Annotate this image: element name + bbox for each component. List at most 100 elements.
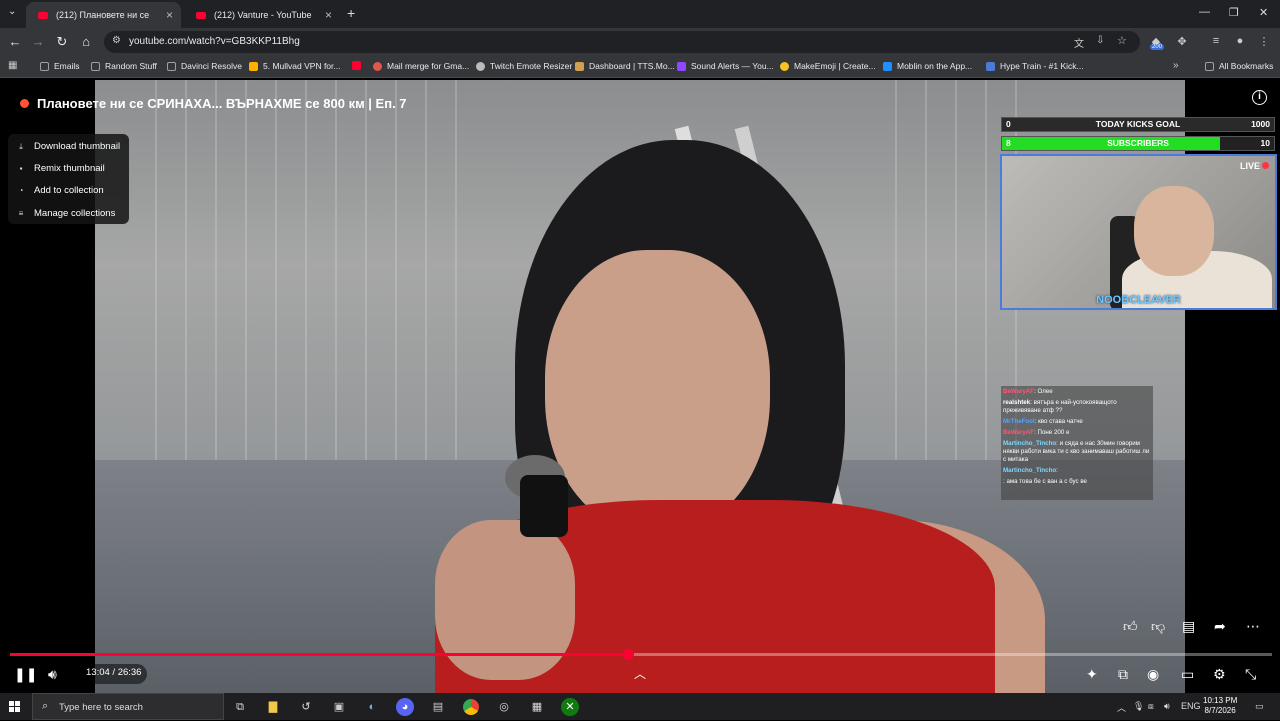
bookmark-label: Hype Train - #1 Kick... [1000,61,1084,71]
bookmark-item[interactable]: MakeEmoji | Create... [780,61,876,71]
window-close-icon[interactable]: ✕ [1259,6,1268,19]
volume-icon[interactable]: 🔊︎ [48,666,57,683]
tab-close-icon[interactable]: × [325,8,332,22]
more-actions-icon[interactable]: ⋯ [1246,618,1260,635]
calculator-icon[interactable]: ▦ [528,698,546,716]
folder-icon [167,61,176,71]
minimize-icon[interactable]: — [1199,6,1210,18]
language-indicator[interactable]: ENG [1181,701,1201,711]
dislike-icon[interactable]: 👎︎ [1151,618,1165,635]
all-bookmarks[interactable]: All Bookmarks [1205,61,1273,71]
menu-item-manage-collections[interactable]: ≡ Manage collections [16,208,116,219]
profile-avatar[interactable]: ● [1233,35,1247,47]
file-explorer-icon[interactable]: ▇ [264,698,282,716]
home-icon[interactable]: ⌂ [78,34,94,49]
ai-sparkle-icon[interactable]: ✦ [1086,666,1098,683]
chat-text: : ама това бе с ван а с бус ве [1003,478,1087,485]
chat-text: : Олее [1034,388,1053,395]
info-icon[interactable]: i [1252,90,1267,105]
video-title[interactable]: Плановете ни се СРИНАХА... ВЪРНАХМЕ се 8… [20,96,407,111]
bookmark-star-icon[interactable]: ☆ [1117,34,1127,47]
restore-icon[interactable]: ❐ [1229,6,1239,19]
tab-label: (212) Плановете ни се [56,10,150,20]
pause-icon[interactable]: ❚❚ [14,666,37,683]
menu-kebab-icon[interactable]: ⋮ [1257,35,1271,48]
streamer-webcam: LIVE NOOBCLEAVER [1000,154,1277,310]
bookmark-item[interactable]: 5. Mullvad VPN for... [249,61,340,71]
new-tab-button[interactable]: + [347,5,355,21]
menu-item-remix-thumbnail[interactable]: ▪ Remix thumbnail [16,163,105,174]
menu-item-add-to-collection[interactable]: ◔ Add to collection [16,185,104,196]
steam-icon[interactable]: ◐ [363,698,381,716]
share-icon[interactable]: ➦ [1214,618,1226,635]
menu-item-label: Download thumbnail [34,141,121,152]
network-icon[interactable]: ⧈ [1148,701,1154,712]
progress-scrubber[interactable] [623,649,634,660]
bookmarks-bar: ▦ Emails Random Stuff Davinci Resolve 5.… [0,56,1280,78]
back-icon[interactable]: ← [7,34,23,49]
chrome-icon[interactable] [462,698,480,716]
speaker-icon[interactable]: 🔊︎ [1164,701,1170,712]
bookmark-item[interactable]: Mail merge for Gma... [373,61,469,71]
xbox-icon[interactable]: ✕ [561,698,579,716]
chat-username: BeWaryAF [1003,429,1035,436]
chat-message: : ама това бе с ван а с бус ве [1003,478,1151,486]
exit-fullscreen-icon[interactable]: ⤡ [1245,666,1256,683]
remix-icon: ▪ [19,164,23,173]
extensions-puzzle-icon[interactable]: ✥ [1175,35,1189,48]
bookmark-label: Davinci Resolve [181,61,242,71]
tab-inactive[interactable]: (212) Vanture - YouTube × [184,2,340,28]
app-window-icon[interactable]: ▤ [429,698,447,716]
media-controls-icon[interactable]: ≡ [1209,35,1223,47]
search-placeholder: Type here to search [59,702,143,713]
obs-icon[interactable]: ◎ [495,698,513,716]
bookmark-label: Emails [54,61,80,71]
bookmark-item[interactable]: Random Stuff [91,61,157,71]
chat-message: realshtek: вятъра е най-успокояващото пр… [1003,399,1151,415]
apps-grid-icon[interactable]: ▦ [8,60,17,71]
reload-icon[interactable]: ↻ [54,34,70,50]
tab-close-icon[interactable]: × [166,8,173,22]
chat-username: Martincho_Tincho [1003,440,1057,447]
bookmark-item[interactable] [352,61,366,70]
menu-item-download-thumbnail[interactable]: ⤓ Download thumbnail [16,141,120,152]
app-icon[interactable]: ↺ [297,698,315,716]
settings-gear-icon[interactable]: ⚙ [1213,666,1226,683]
task-view-icon[interactable]: ⧉ [231,698,249,716]
translate-icon[interactable]: 文 [1074,35,1084,50]
bookmark-item[interactable]: Sound Alerts — You... [677,61,774,71]
chat-message: MrTheFool: кво става чатче [1003,418,1151,426]
install-icon[interactable]: ⇩ [1096,35,1104,46]
captions-icon[interactable]: ▭ [1181,666,1194,683]
address-bar[interactable]: ⚙ youtube.com/watch?v=GB3KKP11Bhg 文 ⇩ ☆ [104,31,1140,53]
globe-icon [476,61,485,71]
store-icon[interactable]: ▣ [330,698,348,716]
bookmark-item[interactable]: Davinci Resolve [167,61,242,71]
taskbar-search[interactable]: ⌕ Type here to search [32,693,224,720]
comments-icon[interactable]: ▤ [1182,618,1195,635]
windows-start-icon[interactable] [9,701,21,713]
forward-icon[interactable]: → [30,34,46,49]
discord-icon[interactable]: ◕ [396,698,414,716]
tab-active[interactable]: (212) Плановете ни се × [26,2,181,28]
bookmark-label: Dashboard | TTS.Mo... [589,61,675,71]
tab-search-chevron-icon[interactable]: ⌄ [8,6,16,17]
goal-target: 10 [1260,138,1270,148]
menu-item-label: Manage collections [34,208,116,219]
bookmark-item[interactable]: Hype Train - #1 Kick... [986,61,1084,71]
bookmark-item[interactable]: Moblin on the App... [883,61,972,71]
clock[interactable]: 10:13 PM 8/7/2026 [1203,696,1237,716]
lens-icon[interactable]: ⧉ [1118,666,1128,683]
bookmark-item[interactable]: Emails [40,61,80,71]
tray-chevron-icon[interactable]: ︿ [1117,701,1126,714]
mic-icon[interactable]: 🎙︎ [1133,701,1144,712]
sound-alerts-icon [677,61,686,71]
bookmark-item[interactable]: Dashboard | TTS.Mo... [575,61,675,71]
notifications-icon[interactable]: ▭ [1255,701,1264,712]
expand-chevron-icon[interactable]: ︿ [634,665,646,682]
pip-toggle-icon[interactable]: ◉ [1147,666,1159,683]
bookmark-item[interactable]: Twitch Emote Resizer [476,61,572,71]
more-bookmarks-icon[interactable]: » [1173,60,1179,71]
like-icon[interactable]: 👍︎ [1123,618,1138,635]
site-info-icon[interactable]: ⚙ [112,35,121,46]
